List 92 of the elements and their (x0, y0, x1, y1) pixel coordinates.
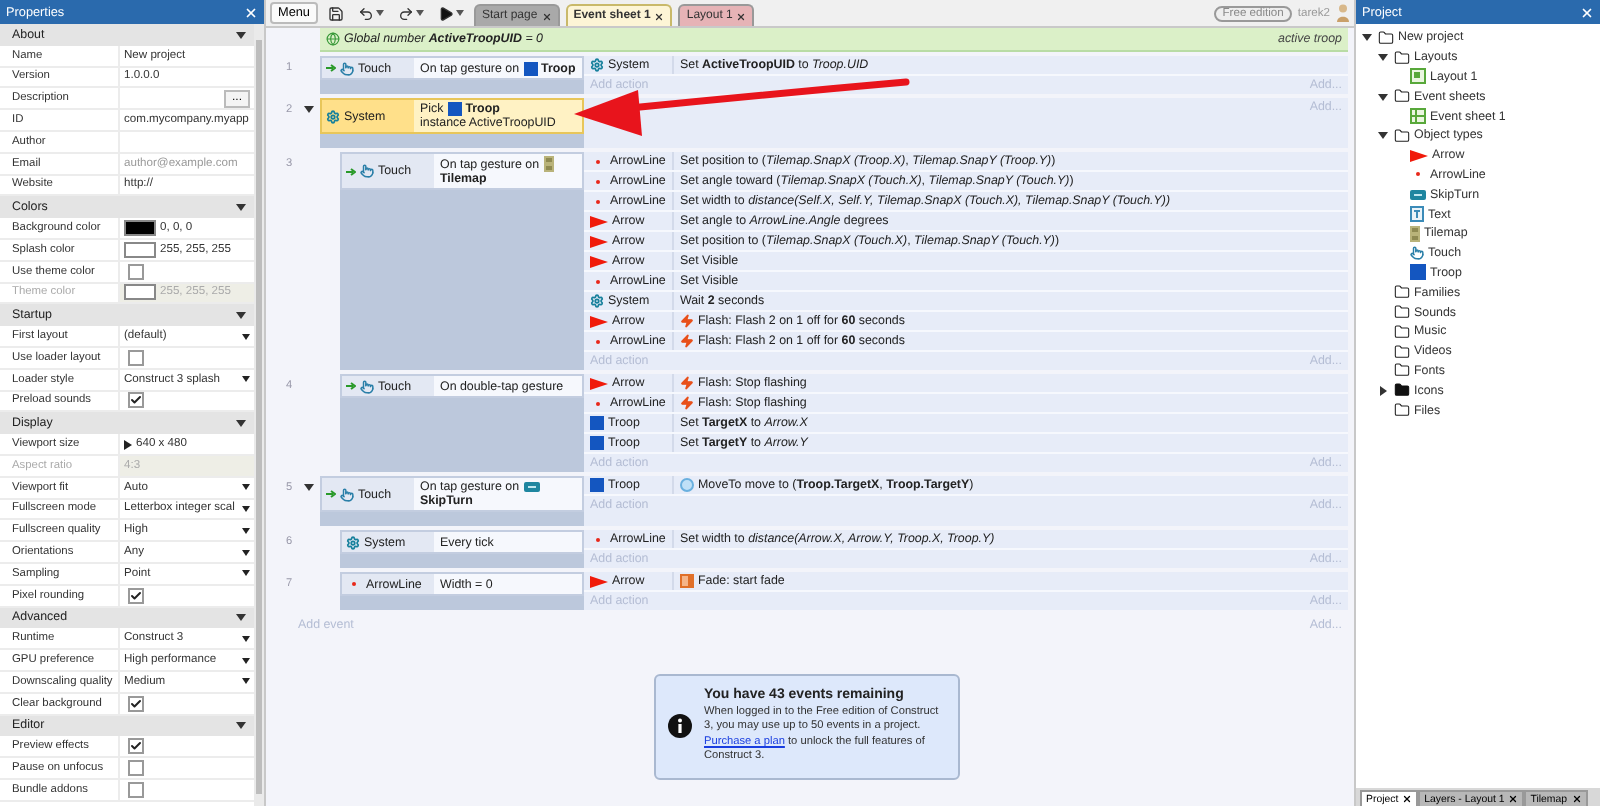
folder-icon (1394, 49, 1410, 66)
folder-icon (1394, 127, 1410, 144)
square-icon (523, 61, 538, 75)
caret-icon[interactable] (456, 10, 464, 16)
collapse-icon[interactable] (1378, 130, 1388, 141)
expand-icon[interactable] (124, 439, 132, 450)
play-icon[interactable] (438, 5, 454, 21)
checkbox[interactable] (128, 738, 144, 755)
collapse-icon[interactable] (236, 310, 246, 321)
collapse-icon[interactable] (1378, 52, 1388, 63)
lightning-icon (680, 396, 694, 410)
square-icon (590, 478, 604, 492)
trigger-arrow-icon (346, 382, 356, 390)
color-swatch[interactable] (124, 241, 156, 258)
collapse-icon[interactable] (304, 104, 314, 114)
caret-icon[interactable] (242, 570, 250, 577)
undo-icon[interactable] (358, 5, 374, 21)
pennant-icon (590, 315, 608, 327)
lightning-icon (680, 314, 694, 328)
close-icon[interactable] (1571, 794, 1582, 804)
hand-icon (1410, 246, 1424, 261)
layout-icon (1410, 68, 1426, 85)
square-icon (447, 102, 462, 116)
folder-icon (1394, 88, 1410, 105)
caret-icon[interactable] (242, 635, 250, 642)
caret-icon[interactable] (242, 484, 250, 491)
hand-icon (360, 379, 374, 393)
lightning-icon (680, 334, 694, 348)
folder-icon (1378, 29, 1394, 46)
gear-icon (346, 535, 360, 549)
grid-icon (1410, 108, 1426, 125)
square-icon (590, 416, 604, 430)
pennant-icon (590, 377, 608, 389)
checkbox[interactable] (128, 781, 144, 798)
trigger-arrow-icon (326, 64, 336, 72)
color-swatch[interactable] (124, 220, 156, 237)
caret-icon[interactable] (416, 10, 424, 16)
checkbox[interactable] (128, 392, 144, 409)
caret-icon[interactable] (242, 678, 250, 685)
square-icon (1410, 264, 1426, 281)
close-icon[interactable] (1508, 794, 1519, 804)
gradient-icon (680, 574, 694, 588)
checkbox[interactable] (128, 349, 144, 366)
text-icon (1410, 206, 1424, 223)
collapse-icon[interactable] (304, 482, 314, 492)
collapse-icon[interactable] (236, 29, 246, 40)
caret-icon[interactable] (242, 657, 250, 663)
redo-icon[interactable] (398, 5, 414, 21)
caret-icon[interactable] (242, 505, 250, 512)
close-icon[interactable] (736, 11, 747, 21)
pennant-icon (590, 575, 608, 587)
globe-icon (326, 32, 340, 46)
trigger-arrow-icon (346, 167, 356, 175)
tile-icon (543, 156, 554, 172)
info-icon (668, 714, 692, 739)
caret-icon[interactable] (242, 527, 250, 534)
hand-icon (340, 487, 354, 501)
collapse-icon[interactable] (236, 612, 246, 623)
collapse-icon[interactable] (236, 418, 246, 429)
tile-icon (1410, 225, 1420, 242)
trigger-arrow-icon (326, 490, 336, 498)
caret-icon[interactable] (242, 333, 250, 340)
collapse-icon[interactable] (1378, 91, 1388, 102)
pennant-icon (1410, 149, 1428, 162)
scrollbar[interactable] (254, 24, 264, 806)
gear-icon (590, 294, 604, 308)
expand-icon[interactable] (1378, 385, 1388, 396)
checkbox[interactable] (128, 759, 144, 776)
close-icon[interactable] (1402, 794, 1413, 804)
caret-icon[interactable] (376, 10, 384, 16)
folder-icon (1394, 382, 1410, 399)
circle-icon (680, 478, 694, 492)
checkbox[interactable] (128, 263, 144, 280)
caret-icon[interactable] (242, 376, 250, 383)
gear-icon (590, 58, 604, 72)
sprite-icon (523, 482, 540, 492)
sprite-icon (1410, 189, 1426, 200)
folder-icon (1394, 402, 1410, 419)
close-icon[interactable] (654, 11, 665, 21)
square-icon (590, 436, 604, 450)
hand-icon (360, 164, 374, 178)
caret-icon[interactable] (242, 549, 250, 556)
lightning-icon (680, 376, 694, 390)
gear-icon (326, 109, 340, 123)
checkbox[interactable] (128, 587, 144, 604)
collapse-icon[interactable] (236, 720, 246, 731)
collapse-icon[interactable] (236, 202, 246, 213)
folder-icon (1394, 284, 1410, 301)
save-icon[interactable] (328, 5, 344, 21)
hand-icon (340, 61, 354, 75)
collapse-icon[interactable] (1362, 32, 1372, 43)
checkbox[interactable] (128, 695, 144, 712)
